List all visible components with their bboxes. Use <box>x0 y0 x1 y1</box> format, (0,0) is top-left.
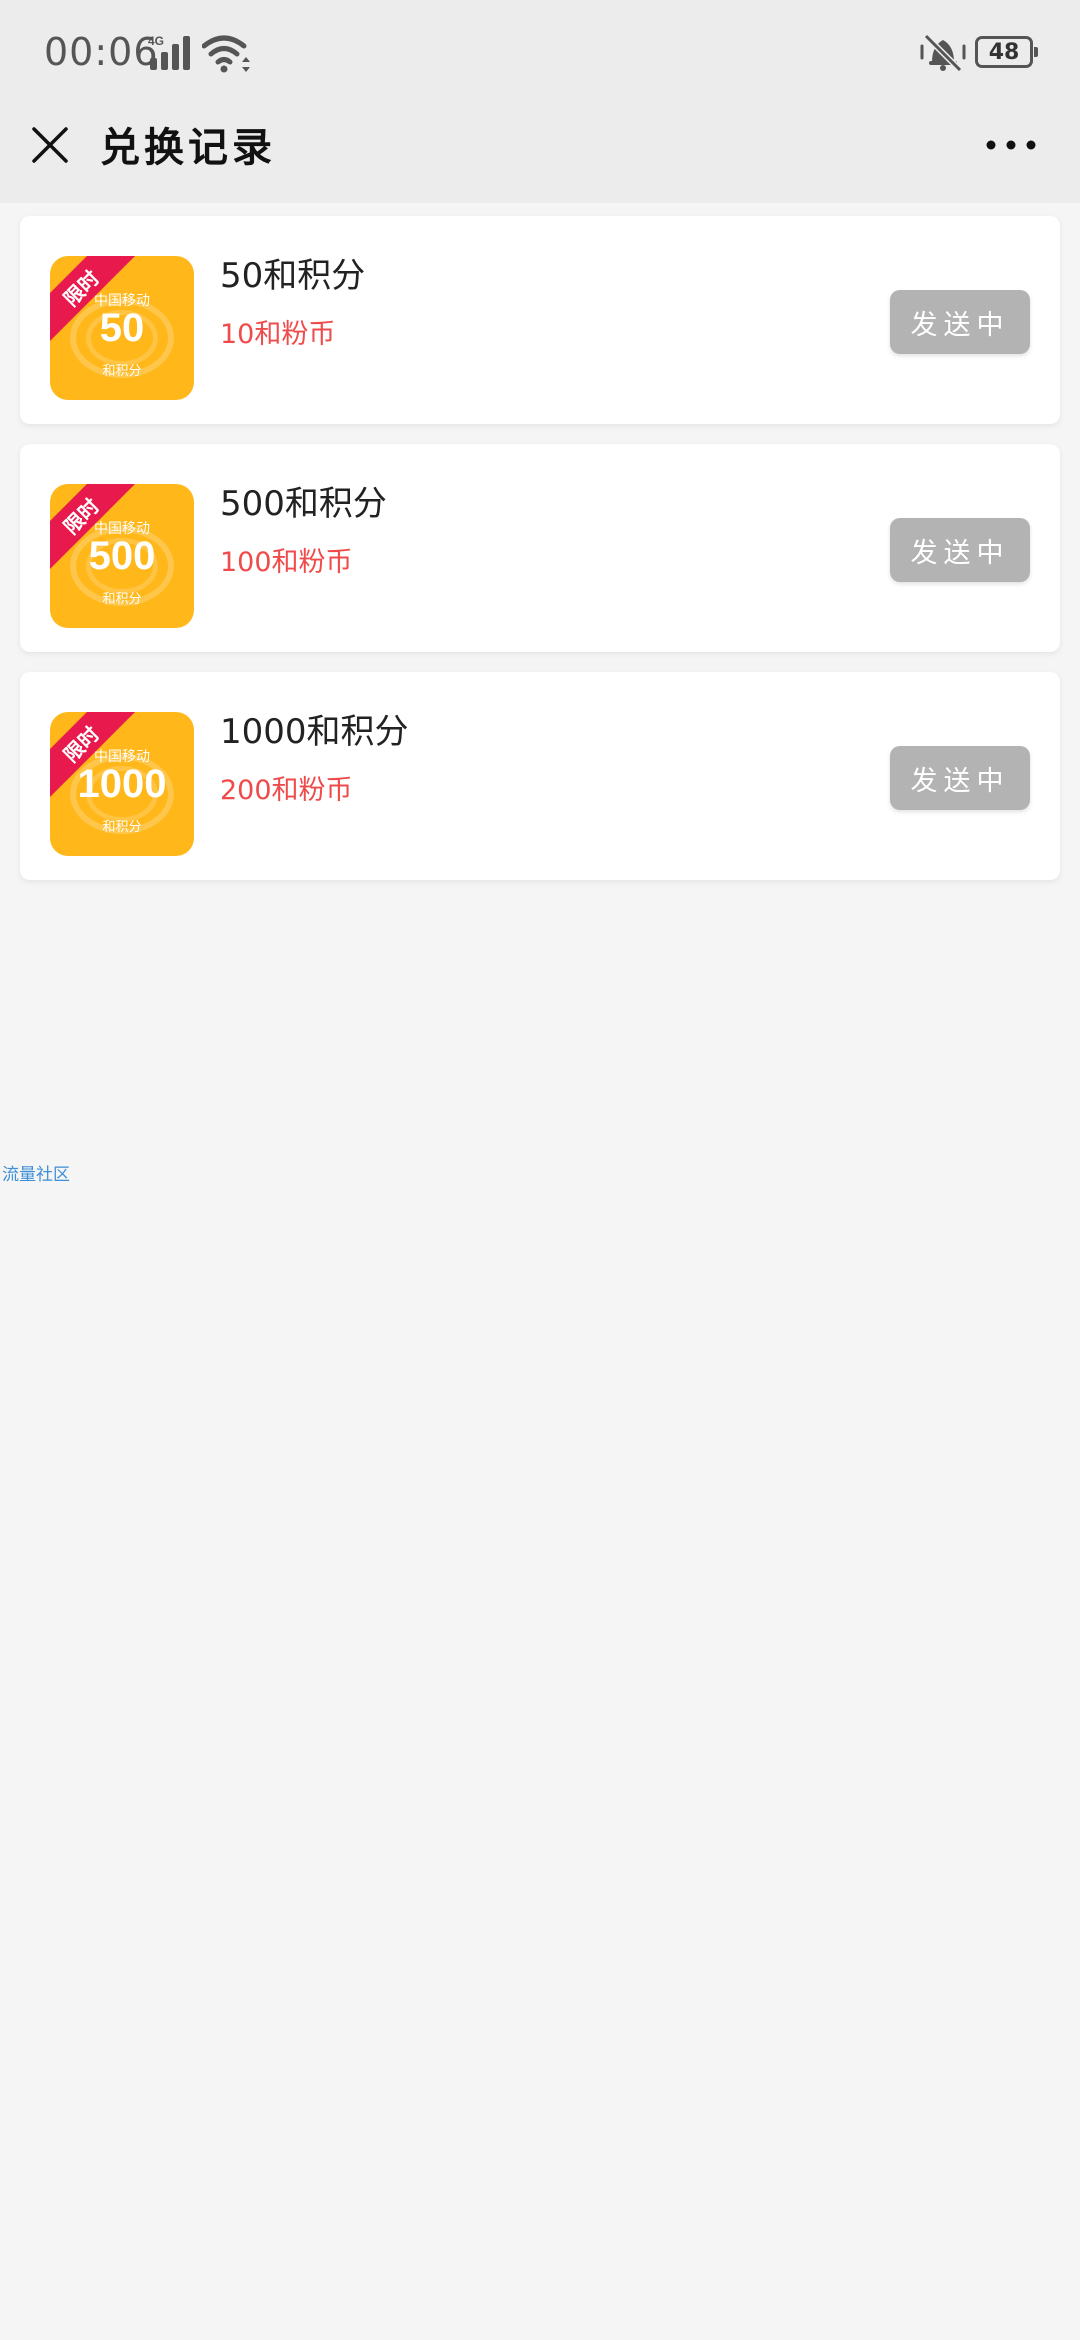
item-price: 100和粉币 <box>220 547 353 578</box>
list-item[interactable]: 限时 中国移动 500 和积分 500和积分 100和粉币 发送中 <box>20 444 1060 652</box>
battery-level: 48 <box>988 39 1020 65</box>
cellular-signal-icon: 4G <box>148 34 190 70</box>
product-image: 限时 中国移动 50 和积分 <box>50 256 194 400</box>
list-item[interactable]: 限时 中国移动 50 和积分 50和积分 10和粉币 发送中 <box>20 216 1060 424</box>
community-link[interactable]: 流量社区 <box>2 1160 70 1185</box>
item-title: 500和积分 <box>220 484 387 524</box>
wifi-icon <box>202 35 250 73</box>
sending-status-button[interactable]: 发送中 <box>890 290 1030 354</box>
product-unit: 和积分 <box>102 592 142 607</box>
status-time: 00:06 <box>44 30 159 74</box>
product-unit: 和积分 <box>102 364 142 379</box>
close-icon[interactable] <box>30 125 70 165</box>
mute-bell-icon <box>920 33 966 72</box>
product-image: 限时 中国移动 1000 和积分 <box>50 712 194 856</box>
product-amount: 500 <box>88 534 156 578</box>
battery-indicator: 48 <box>975 36 1038 68</box>
exchange-record-list: 限时 中国移动 50 和积分 50和积分 10和粉币 发送中 限时 中国移动 5… <box>20 216 1060 900</box>
product-image: 限时 中国移动 500 和积分 <box>50 484 194 628</box>
item-title: 1000和积分 <box>220 712 409 752</box>
svg-text:4G: 4G <box>148 34 164 48</box>
item-price: 10和粉币 <box>220 319 336 350</box>
sending-status-button[interactable]: 发送中 <box>890 518 1030 582</box>
sending-status-button[interactable]: 发送中 <box>890 746 1030 810</box>
nav-bar: 兑换记录 <box>0 105 1080 203</box>
product-amount: 1000 <box>77 762 167 806</box>
item-price: 200和粉币 <box>220 775 353 806</box>
page-title: 兑换记录 <box>100 124 276 171</box>
more-icon[interactable] <box>986 135 1036 155</box>
product-unit: 和积分 <box>102 820 142 835</box>
list-item[interactable]: 限时 中国移动 1000 和积分 1000和积分 200和粉币 发送中 <box>20 672 1060 880</box>
item-title: 50和积分 <box>220 256 366 296</box>
status-bar: 00:06 4G 48 <box>0 0 1080 105</box>
product-amount: 50 <box>99 306 145 350</box>
